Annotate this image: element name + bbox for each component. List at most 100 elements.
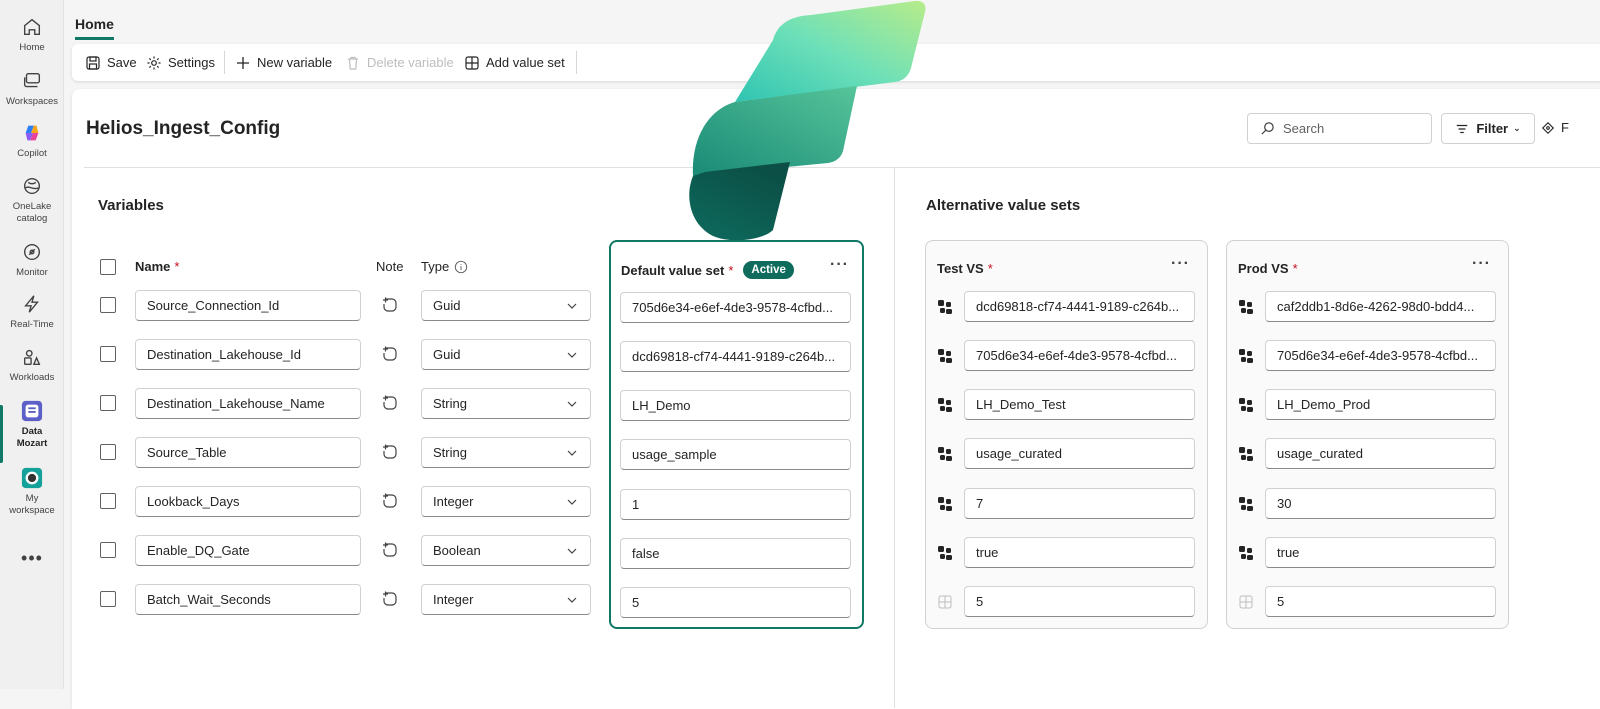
type-select[interactable]: String <box>421 437 591 468</box>
info-icon[interactable] <box>454 260 468 274</box>
note-icon[interactable] <box>381 492 399 510</box>
value-set-input[interactable]: LH_Demo_Test <box>964 389 1195 420</box>
value-set-input[interactable]: LH_Demo_Prod <box>1265 389 1496 420</box>
new-variable-button[interactable]: New variable <box>235 44 332 81</box>
delete-variable-button[interactable]: Delete variable <box>345 44 454 81</box>
rail-item-workspaces[interactable]: Workspaces <box>0 70 64 108</box>
search-input[interactable] <box>1281 120 1421 137</box>
value-set-input[interactable]: caf2ddb1-8d6e-4262-98d0-bdd4... <box>1265 291 1496 322</box>
value-text: LH_Demo_Prod <box>1277 397 1371 412</box>
variable-name-input[interactable]: Destination_Lakehouse_Name <box>135 388 361 419</box>
save-button[interactable]: Save <box>85 44 137 81</box>
row-checkbox[interactable] <box>100 297 116 313</box>
more-icon[interactable]: ••• <box>0 548 64 569</box>
rail-item-onelake-catalog[interactable]: OneLake catalog <box>0 175 64 225</box>
default-value-input[interactable]: 705d6e34-e6ef-4de3-9578-4cfbd... <box>620 292 851 323</box>
override-icon <box>938 546 952 560</box>
value-set-input[interactable]: 30 <box>1265 488 1496 519</box>
value-set-input[interactable]: 5 <box>964 586 1195 617</box>
settings-label: Settings <box>168 55 215 70</box>
value-set-input[interactable]: 5 <box>1265 586 1496 617</box>
row-checkbox[interactable] <box>100 542 116 558</box>
my-workspace-icon <box>21 467 43 489</box>
row-checkbox[interactable] <box>100 591 116 607</box>
workloads-icon <box>23 349 41 366</box>
type-value: String <box>433 445 467 460</box>
table-icon <box>465 55 479 70</box>
row-checkbox[interactable] <box>100 493 116 509</box>
note-icon[interactable] <box>381 541 399 559</box>
variable-name-input[interactable]: Batch_Wait_Seconds <box>135 584 361 615</box>
value-text: 5 <box>976 594 984 609</box>
rail-item-home[interactable]: Home <box>0 16 64 54</box>
value-text: 5 <box>1277 594 1285 609</box>
note-icon[interactable] <box>381 345 399 363</box>
type-select[interactable]: Guid <box>421 339 591 370</box>
value-set-input[interactable]: 705d6e34-e6ef-4de3-9578-4cfbd... <box>1265 340 1496 371</box>
type-column-header: Type <box>421 259 468 274</box>
note-icon[interactable] <box>381 394 399 412</box>
variable-name-input[interactable]: Lookback_Days <box>135 486 361 517</box>
note-icon[interactable] <box>381 296 399 314</box>
rail-item-workloads[interactable]: Workloads <box>0 346 64 384</box>
type-select[interactable]: String <box>421 388 591 419</box>
note-icon[interactable] <box>381 443 399 461</box>
default-value-input[interactable]: 5 <box>620 587 851 618</box>
value-set-input[interactable]: dcd69818-cf74-4441-9189-c264b... <box>964 291 1195 322</box>
value-text: LH_Demo_Test <box>976 397 1066 412</box>
default-value-input[interactable]: 1 <box>620 489 851 520</box>
type-header-label: Type <box>421 259 450 274</box>
settings-button[interactable]: Settings <box>146 44 215 81</box>
variable-name-input[interactable]: Source_Connection_Id <box>135 290 361 321</box>
row-checkbox[interactable] <box>100 346 116 362</box>
add-value-set-button[interactable]: Add value set <box>464 44 565 81</box>
type-value: Guid <box>433 298 461 313</box>
overflow-toolbar-button[interactable]: F <box>1541 120 1569 135</box>
rail-item-copilot[interactable]: Copilot <box>0 122 64 160</box>
value-text: 705d6e34-e6ef-4de3-9578-4cfbd... <box>632 300 833 315</box>
type-select[interactable]: Guid <box>421 290 591 321</box>
type-select[interactable]: Integer <box>421 584 591 615</box>
more-options-icon[interactable]: ··· <box>830 256 849 274</box>
default-value-input[interactable]: false <box>620 538 851 569</box>
value-set-input[interactable]: 7 <box>964 488 1195 519</box>
variable-name-input[interactable]: Source_Table <box>135 437 361 468</box>
filter-button[interactable]: Filter ⌄ <box>1441 113 1535 144</box>
chevron-down-icon <box>567 303 577 309</box>
variable-name-input[interactable]: Enable_DQ_Gate <box>135 535 361 566</box>
type-value: Integer <box>433 494 474 509</box>
rail-item-real-time[interactable]: Real-Time <box>0 293 64 331</box>
rail-item-my-workspace[interactable]: My workspace <box>0 467 64 517</box>
more-options-icon[interactable]: ··· <box>1472 255 1491 273</box>
value-text: LH_Demo <box>632 398 691 413</box>
type-select[interactable]: Boolean <box>421 535 591 566</box>
rail-item-data-mozart[interactable]: Data Mozart <box>0 400 64 450</box>
rail-item-monitor[interactable]: Monitor <box>0 241 64 279</box>
value-text: dcd69818-cf74-4441-9189-c264b... <box>976 299 1180 314</box>
default-value-input[interactable]: usage_sample <box>620 439 851 470</box>
search-box[interactable] <box>1247 113 1432 144</box>
home-icon <box>23 18 41 36</box>
value-set-input[interactable]: true <box>1265 537 1496 568</box>
type-select[interactable]: Integer <box>421 486 591 517</box>
override-icon <box>938 497 952 511</box>
default-value-input[interactable]: LH_Demo <box>620 390 851 421</box>
more-options-icon[interactable]: ··· <box>1171 255 1190 273</box>
row-checkbox[interactable] <box>100 444 116 460</box>
rail-label: Monitor <box>16 267 48 278</box>
variable-name-input[interactable]: Destination_Lakehouse_Id <box>135 339 361 370</box>
workspace-app-icon <box>21 400 43 422</box>
value-text: usage_curated <box>976 446 1063 461</box>
value-set-input[interactable]: usage_curated <box>964 438 1195 469</box>
row-checkbox[interactable] <box>100 395 116 411</box>
value-set-input[interactable]: usage_curated <box>1265 438 1496 469</box>
tab-home[interactable]: Home <box>75 16 114 40</box>
value-set-input[interactable]: true <box>964 537 1195 568</box>
value-set-input[interactable]: 705d6e34-e6ef-4de3-9578-4cfbd... <box>964 340 1195 371</box>
note-icon[interactable] <box>381 590 399 608</box>
delete-variable-label: Delete variable <box>367 55 454 70</box>
value-text: 30 <box>1277 496 1292 511</box>
default-value-input[interactable]: dcd69818-cf74-4441-9189-c264b... <box>620 341 851 372</box>
type-value: Integer <box>433 592 474 607</box>
select-all-checkbox[interactable] <box>100 259 116 275</box>
